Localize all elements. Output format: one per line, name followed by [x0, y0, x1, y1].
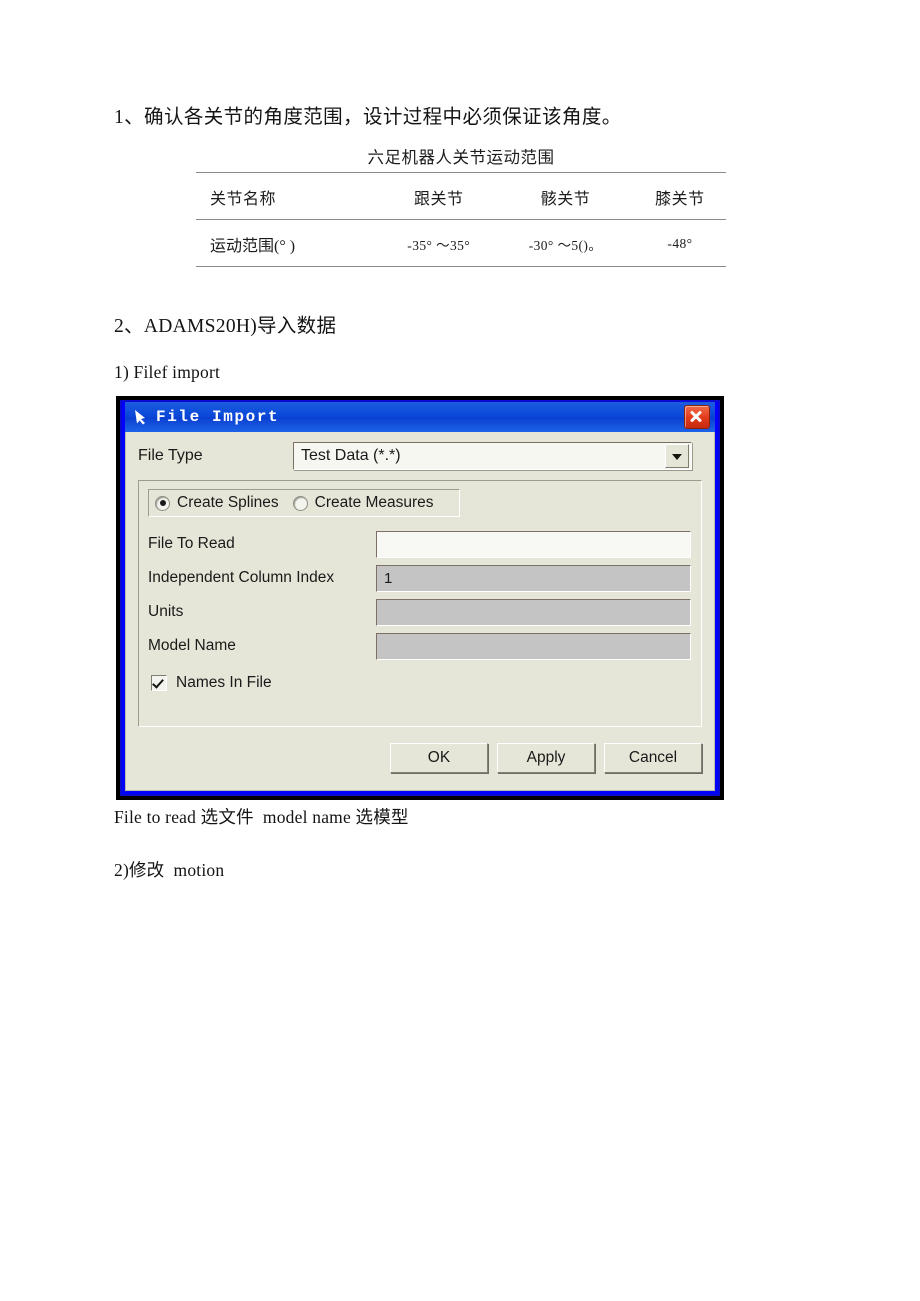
subsection-1-heading: 1) Filef import: [114, 362, 221, 382]
table-header-cell: 膝关节: [633, 172, 726, 220]
table-cell-value: -35° ～35°: [380, 219, 498, 267]
independent-column-index-label: Independent Column Index: [148, 569, 335, 586]
radio-create-splines[interactable]: Create Splines: [155, 494, 279, 512]
file-type-label: File Type: [138, 447, 203, 464]
dialog-button-row: OK Apply Cancel: [138, 727, 702, 780]
file-to-read-label: File To Read: [148, 535, 235, 552]
table-row-label: 运动范围(° ): [196, 219, 381, 267]
table-header-row: 关节名称 跟关节 骸关节 膝关节: [196, 172, 726, 220]
file-type-row: File Type Test Data (*.*): [138, 441, 702, 471]
import-options-panel: Create Splines Create Measures File To R…: [138, 480, 702, 727]
dialog-body: File Type Test Data (*.*) Create Splines: [125, 432, 715, 791]
close-icon[interactable]: [684, 405, 710, 429]
radio-create-measures-label: Create Measures: [314, 494, 434, 511]
field-row-units: Units: [148, 595, 693, 629]
table-header-cell: 关节名称: [196, 172, 381, 220]
document-page: 1、确认各关节的角度范围，设计过程中必须保证该角度。 六足机器人关节运动范围 关…: [0, 0, 920, 1301]
section-2-heading: 2、ADAMS20H)导入数据: [114, 316, 337, 337]
dialog-caption-text: File to read 选文件 model name 选模型: [114, 807, 409, 827]
dialog-frame: File Import File Type Test Data (*.*) Cr…: [120, 400, 720, 796]
radio-create-measures[interactable]: Create Measures: [292, 494, 434, 512]
radio-selected-icon: [155, 495, 170, 511]
model-name-input[interactable]: [376, 632, 691, 660]
file-type-select[interactable]: Test Data (*.*): [293, 442, 692, 470]
names-in-file-label: Names In File: [176, 674, 272, 691]
radio-create-splines-label: Create Splines: [177, 494, 279, 511]
names-in-file-checkbox[interactable]: Names In File: [148, 667, 693, 699]
chevron-down-icon[interactable]: [665, 444, 689, 468]
radio-unselected-icon: [292, 495, 308, 511]
apply-button[interactable]: Apply: [497, 743, 595, 773]
create-mode-radio-group: Create Splines Create Measures: [148, 489, 460, 517]
field-row-independent-column-index: Independent Column Index 1: [148, 561, 693, 595]
field-row-file-to-read: File To Read: [148, 527, 693, 561]
table-cell-value: -30° ～5()。: [497, 219, 634, 267]
checkbox-checked-icon: [151, 675, 167, 691]
file-type-value: Test Data (*.*): [301, 447, 401, 464]
joint-range-table: 六足机器人关节运动范围 关节名称 跟关节 骸关节 膝关节 运动范围(° ) -3…: [196, 144, 726, 267]
dialog-titlebar[interactable]: File Import: [125, 402, 715, 432]
units-input[interactable]: [376, 598, 691, 626]
ok-button[interactable]: OK: [390, 743, 488, 773]
table-row: 运动范围(° ) -35° ～35° -30° ～5()。 -48°: [196, 219, 726, 267]
independent-column-index-input[interactable]: 1: [376, 564, 691, 592]
cancel-button[interactable]: Cancel: [604, 743, 702, 773]
subsection-2-heading: 2)修改 motion: [114, 860, 225, 880]
section-1-heading: 1、确认各关节的角度范围，设计过程中必须保证该角度。: [114, 107, 622, 128]
model-name-label: Model Name: [148, 637, 236, 654]
table-header-cell: 骸关节: [497, 172, 634, 220]
units-label: Units: [148, 603, 184, 620]
table-cell-value: -48°: [633, 219, 726, 267]
adams-file-icon: [135, 410, 145, 425]
table-caption: 六足机器人关节运动范围: [367, 148, 555, 167]
file-import-dialog: File Import File Type Test Data (*.*) Cr…: [116, 396, 724, 800]
dialog-title: File Import: [156, 408, 280, 426]
table-header-cell: 跟关节: [380, 172, 498, 220]
field-row-model-name: Model Name: [148, 629, 693, 663]
file-to-read-input[interactable]: [376, 530, 691, 558]
